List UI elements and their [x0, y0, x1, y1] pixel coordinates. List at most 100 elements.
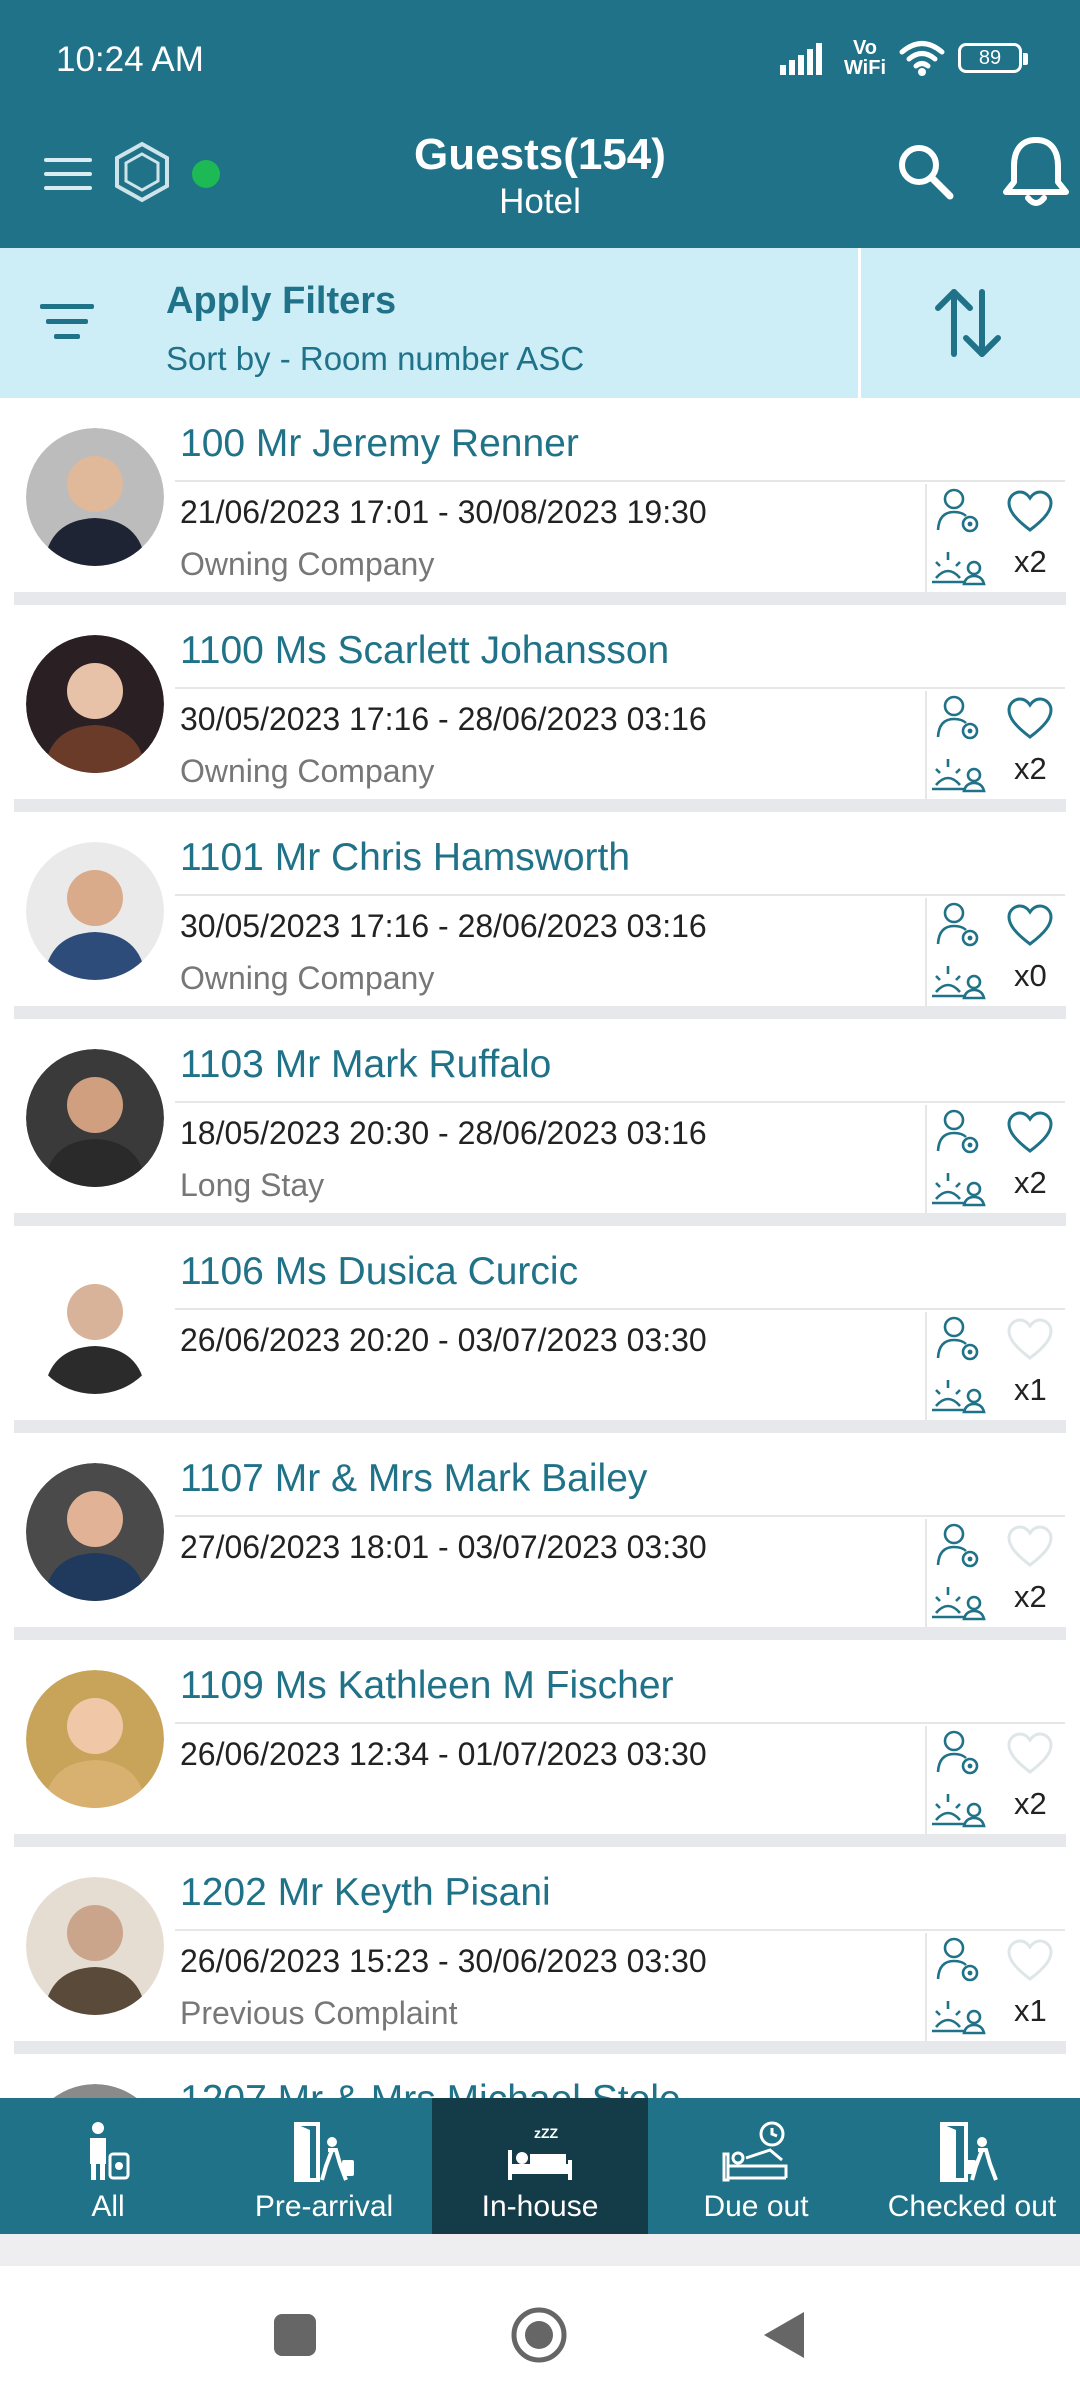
tab-in-house[interactable]: zZZ In-house: [432, 2098, 648, 2234]
tab-label: All: [91, 2190, 125, 2223]
tab-pre-arrival[interactable]: Pre-arrival: [216, 2098, 432, 2234]
row-divider: [175, 1308, 1065, 1310]
tab-all[interactable]: All: [0, 2098, 216, 2234]
stay-weather-icon[interactable]: [930, 1987, 988, 2039]
guest-name[interactable]: 1100 Ms Scarlett Johansson: [180, 629, 669, 673]
guest-name[interactable]: 1202 Mr Keyth Pisani: [180, 1871, 551, 1915]
row-divider: [175, 1515, 1065, 1517]
heart-icon[interactable]: [1006, 904, 1054, 948]
actions-divider: [925, 1519, 927, 1627]
status-bar: 10:24 AM Vo WiFi 89: [0, 0, 1080, 120]
recents-icon[interactable]: [274, 2314, 316, 2356]
apply-filters-label[interactable]: Apply Filters: [166, 280, 396, 323]
heart-icon[interactable]: [1006, 1525, 1054, 1569]
guest-card[interactable]: 1100 Ms Scarlett Johansson 30/05/2023 17…: [0, 605, 1080, 812]
companion-count: x1: [1014, 1993, 1047, 2028]
companion-count: x2: [1014, 1165, 1047, 1200]
heart-icon[interactable]: [1006, 1939, 1054, 1983]
guest-profile-icon[interactable]: [934, 1107, 984, 1157]
guest-name[interactable]: 1207 Mr & Mrs Michael Stele: [180, 2078, 681, 2098]
companion-count: x2: [1014, 1786, 1047, 1821]
filter-bar[interactable]: Apply Filters Sort by - Room number ASC: [0, 248, 1080, 398]
stay-weather-icon[interactable]: [930, 1573, 988, 1625]
guest-profile-icon[interactable]: [934, 693, 984, 743]
heart-icon[interactable]: [1006, 697, 1054, 741]
guest-card[interactable]: 1202 Mr Keyth Pisani 26/06/2023 15:23 - …: [0, 1847, 1080, 2054]
guest-name[interactable]: 1107 Mr & Mrs Mark Bailey: [180, 1457, 647, 1501]
tab-due-out[interactable]: Due out: [648, 2098, 864, 2234]
vowifi-icon: Vo WiFi: [844, 38, 886, 78]
filter-icon[interactable]: [36, 292, 100, 352]
guest-tag: Owning Company: [180, 546, 435, 582]
stay-weather-icon[interactable]: [930, 952, 988, 1004]
row-divider: [175, 1101, 1065, 1103]
search-icon[interactable]: [892, 138, 958, 204]
guest-tag: Owning Company: [180, 753, 435, 789]
stay-dates: 30/05/2023 17:16 - 28/06/2023 03:16: [180, 908, 707, 944]
guest-luggage-icon: [90, 2122, 130, 2180]
back-icon[interactable]: [760, 2308, 808, 2362]
guest-list[interactable]: 100 Mr Jeremy Renner 21/06/2023 17:01 - …: [0, 398, 1080, 2098]
row-divider: [175, 1722, 1065, 1724]
guest-profile-icon[interactable]: [934, 1521, 984, 1571]
stay-weather-icon[interactable]: [930, 538, 988, 590]
stay-weather-icon[interactable]: [930, 1159, 988, 1211]
bed-sleep-icon: zZZ: [508, 2125, 572, 2180]
card-separator: [14, 799, 1066, 812]
guest-name[interactable]: 1109 Ms Kathleen M Fischer: [180, 1664, 674, 1708]
stay-weather-icon[interactable]: [930, 1366, 988, 1418]
guest-card[interactable]: 1106 Ms Dusica Curcic 26/06/2023 20:20 -…: [0, 1226, 1080, 1433]
guest-card[interactable]: 1107 Mr & Mrs Mark Bailey 27/06/2023 18:…: [0, 1433, 1080, 1640]
home-icon[interactable]: [510, 2306, 568, 2364]
guest-card[interactable]: 1101 Mr Chris Hamsworth 30/05/2023 17:16…: [0, 812, 1080, 1019]
vowifi-label-bottom: WiFi: [843, 57, 886, 79]
heart-icon[interactable]: [1006, 1318, 1054, 1362]
guest-profile-icon[interactable]: [934, 1935, 984, 1985]
stay-dates: 18/05/2023 20:30 - 28/06/2023 03:16: [180, 1115, 707, 1151]
guest-profile-icon[interactable]: [934, 1314, 984, 1364]
stay-weather-icon[interactable]: [930, 1780, 988, 1832]
heart-icon[interactable]: [1006, 490, 1054, 534]
guest-tag: Previous Complaint: [180, 1995, 458, 2031]
stay-dates: 27/06/2023 18:01 - 03/07/2023 03:30: [180, 1529, 707, 1565]
guest-name[interactable]: 100 Mr Jeremy Renner: [180, 422, 579, 466]
avatar: [26, 1877, 164, 2015]
tab-checked-out[interactable]: Checked out: [864, 2098, 1080, 2234]
tab-label: In-house: [481, 2190, 599, 2223]
filter-divider: [858, 248, 861, 398]
guest-card[interactable]: 1103 Mr Mark Ruffalo 18/05/2023 20:30 - …: [0, 1019, 1080, 1226]
tab-label: Due out: [703, 2190, 809, 2223]
tab-label: Checked out: [887, 2190, 1057, 2223]
tab-label: Pre-arrival: [254, 2190, 394, 2223]
system-icons: Vo WiFi 89: [779, 36, 1028, 80]
notification-bell-icon[interactable]: [998, 132, 1074, 212]
row-divider: [175, 687, 1065, 689]
guest-name[interactable]: 1101 Mr Chris Hamsworth: [180, 836, 630, 880]
heart-icon[interactable]: [1006, 1111, 1054, 1155]
wifi-icon: [899, 41, 945, 76]
guest-profile-icon[interactable]: [934, 900, 984, 950]
avatar: [26, 842, 164, 980]
card-separator: [14, 1213, 1066, 1226]
svg-text:zZZ: zZZ: [534, 2125, 559, 2141]
avatar: [26, 2084, 164, 2098]
guest-profile-icon[interactable]: [934, 486, 984, 536]
sort-icon[interactable]: [928, 282, 1008, 364]
row-divider: [175, 894, 1065, 896]
guest-name[interactable]: 1103 Mr Mark Ruffalo: [180, 1043, 551, 1087]
signal-icon: [779, 43, 822, 75]
stay-dates: 21/06/2023 17:01 - 30/08/2023 19:30: [180, 494, 707, 530]
guest-name[interactable]: 1106 Ms Dusica Curcic: [180, 1250, 578, 1294]
door-exit-icon: [940, 2122, 998, 2182]
avatar: [26, 1256, 164, 1394]
guest-card[interactable]: 1207 Mr & Mrs Michael Stele: [0, 2054, 1080, 2098]
guest-profile-icon[interactable]: [934, 1728, 984, 1778]
guest-card[interactable]: 100 Mr Jeremy Renner 21/06/2023 17:01 - …: [0, 398, 1080, 605]
avatar: [26, 635, 164, 773]
actions-divider: [925, 898, 927, 1006]
guest-card[interactable]: 1109 Ms Kathleen M Fischer 26/06/2023 12…: [0, 1640, 1080, 1847]
avatar: [26, 428, 164, 566]
sort-description: Sort by - Room number ASC: [166, 340, 585, 377]
heart-icon[interactable]: [1006, 1732, 1054, 1776]
stay-weather-icon[interactable]: [930, 745, 988, 797]
